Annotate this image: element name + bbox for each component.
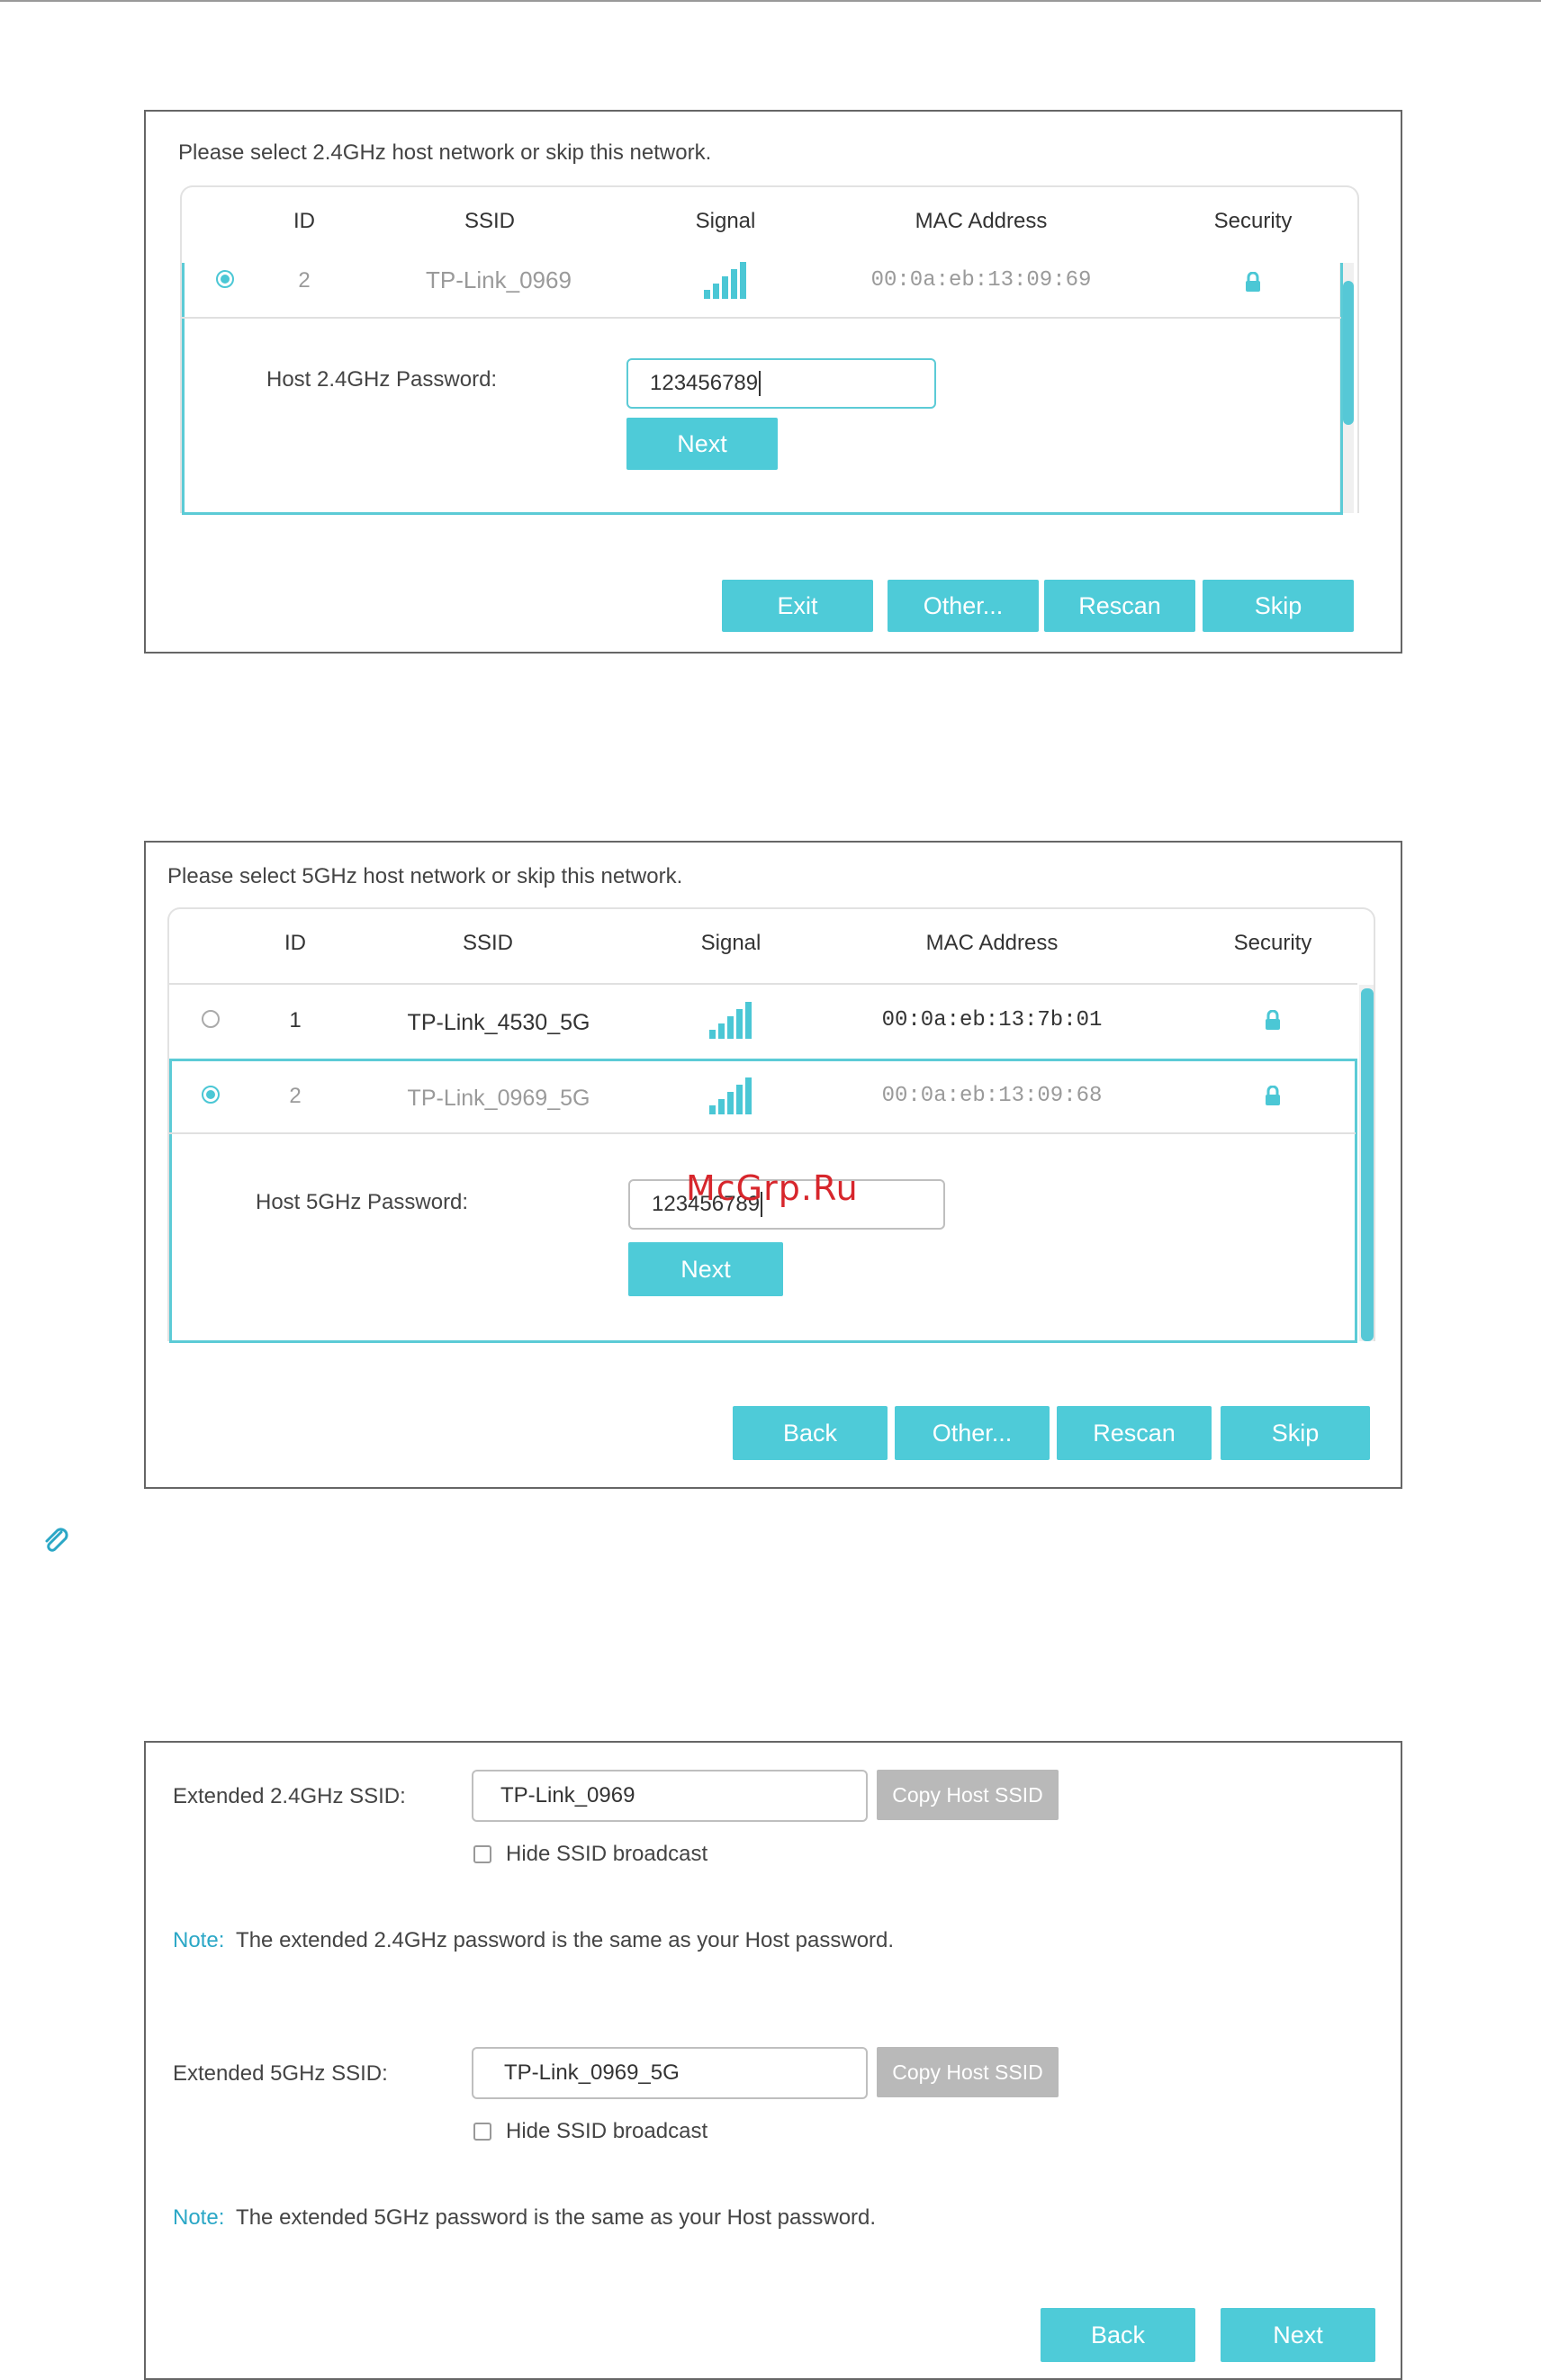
- extended-5ghz-ssid-value: TP-Link_0969_5G: [504, 2060, 680, 2085]
- scrollbar-thumb[interactable]: [1343, 281, 1354, 425]
- panel-intro: Please select 2.4GHz host network or ski…: [178, 140, 712, 165]
- note-text: The extended 2.4GHz password is the same…: [236, 1928, 895, 1952]
- col-header-ssid: SSID: [462, 931, 514, 955]
- network-mac: 00:0a:eb:13:7b:01: [881, 1008, 1103, 1032]
- network-ssid: TP-Link_0969: [426, 266, 572, 293]
- network-radio[interactable]: [202, 1086, 220, 1104]
- hide-ssid-label: Hide SSID broadcast: [506, 2119, 708, 2143]
- host-password-label: Host 2.4GHz Password:: [266, 367, 498, 392]
- other-button[interactable]: Other...: [888, 580, 1039, 632]
- extended-5ghz-ssid-label: Extended 5GHz SSID:: [173, 2061, 388, 2086]
- copy-host-ssid-button[interactable]: Copy Host SSID: [877, 2047, 1059, 2097]
- col-header-ssid: SSID: [464, 209, 516, 233]
- note-5ghz: Note: The extended 5GHz password is the …: [173, 2205, 876, 2231]
- signal-icon: [709, 1077, 752, 1114]
- host-password-value: 123456789: [650, 371, 759, 395]
- col-header-mac: MAC Address: [915, 209, 1048, 233]
- back-button[interactable]: Back: [1041, 2308, 1195, 2362]
- extended-network-panel: Extended 2.4GHz SSID: TP-Link_0969 Copy …: [144, 1741, 1402, 2380]
- network-mac: 00:0a:eb:13:09:68: [881, 1084, 1103, 1108]
- extended-24ghz-ssid-label: Extended 2.4GHz SSID:: [173, 1784, 406, 1808]
- col-header-mac: MAC Address: [925, 931, 1059, 955]
- network-table: ID SSID Signal MAC Address Security 1 TP…: [167, 907, 1375, 1343]
- copy-host-ssid-button[interactable]: Copy Host SSID: [877, 1770, 1059, 1820]
- header-divider: [169, 983, 1357, 985]
- row-divider: [182, 317, 1341, 319]
- skip-button[interactable]: Skip: [1221, 1406, 1370, 1460]
- note-text: The extended 5GHz password is the same a…: [236, 2205, 877, 2230]
- host-password-input[interactable]: 123456789: [626, 358, 936, 409]
- hide-ssid-checkbox[interactable]: [473, 1845, 491, 1863]
- network-radio[interactable]: [216, 270, 234, 288]
- col-header-security: Security: [1233, 931, 1312, 955]
- signal-icon: [709, 1002, 752, 1039]
- network-ssid: TP-Link_0969_5G: [407, 1086, 590, 1111]
- network-ssid: TP-Link_4530_5G: [407, 1010, 590, 1035]
- network-id: 2: [298, 268, 311, 293]
- extended-24ghz-ssid-input[interactable]: TP-Link_0969: [472, 1770, 868, 1822]
- skip-button[interactable]: Skip: [1203, 580, 1354, 632]
- network-id: 2: [289, 1084, 302, 1108]
- network-radio[interactable]: [202, 1010, 220, 1028]
- host-password-label: Host 5GHz Password:: [256, 1190, 469, 1214]
- text-caret: [759, 371, 761, 396]
- col-header-signal: Signal: [700, 931, 761, 955]
- scrollbar-thumb[interactable]: [1361, 988, 1374, 1341]
- panel-intro: Please select 5GHz host network or skip …: [167, 864, 683, 888]
- page-top-rule: [0, 0, 1541, 2]
- paperclip-icon: [45, 1528, 68, 1552]
- lock-icon: [1266, 1010, 1280, 1030]
- rescan-button[interactable]: Rescan: [1057, 1406, 1212, 1460]
- network-table: ID SSID Signal MAC Address Security 2 TP…: [180, 185, 1359, 515]
- network-id: 1: [289, 1008, 302, 1032]
- col-header-id: ID: [293, 209, 315, 233]
- lock-icon: [1246, 272, 1260, 292]
- hide-ssid-label: Hide SSID broadcast: [506, 1842, 708, 1866]
- row-divider: [169, 1132, 1356, 1134]
- extended-5ghz-ssid-input[interactable]: TP-Link_0969_5G: [472, 2047, 868, 2099]
- extended-24ghz-ssid-value: TP-Link_0969: [500, 1783, 635, 1808]
- back-button[interactable]: Back: [733, 1406, 888, 1460]
- host-24ghz-panel: Please select 2.4GHz host network or ski…: [144, 110, 1402, 654]
- col-header-security: Security: [1213, 209, 1293, 233]
- signal-icon: [704, 262, 746, 299]
- lock-icon: [1266, 1086, 1280, 1105]
- watermark: McGrp.Ru: [686, 1168, 859, 1208]
- note-24ghz: Note: The extended 2.4GHz password is th…: [173, 1928, 894, 1953]
- note-key: Note:: [173, 1928, 225, 1952]
- col-header-id: ID: [284, 931, 306, 955]
- exit-button[interactable]: Exit: [722, 580, 873, 632]
- host-5ghz-panel: Please select 5GHz host network or skip …: [144, 841, 1402, 1489]
- next-button[interactable]: Next: [628, 1242, 783, 1296]
- note-key: Note:: [173, 2205, 225, 2230]
- hide-ssid-checkbox[interactable]: [473, 2123, 491, 2141]
- network-mac: 00:0a:eb:13:09:69: [870, 268, 1092, 293]
- next-button[interactable]: Next: [1221, 2308, 1375, 2362]
- other-button[interactable]: Other...: [895, 1406, 1050, 1460]
- rescan-button[interactable]: Rescan: [1044, 580, 1195, 632]
- next-button[interactable]: Next: [626, 418, 778, 470]
- col-header-signal: Signal: [695, 209, 756, 233]
